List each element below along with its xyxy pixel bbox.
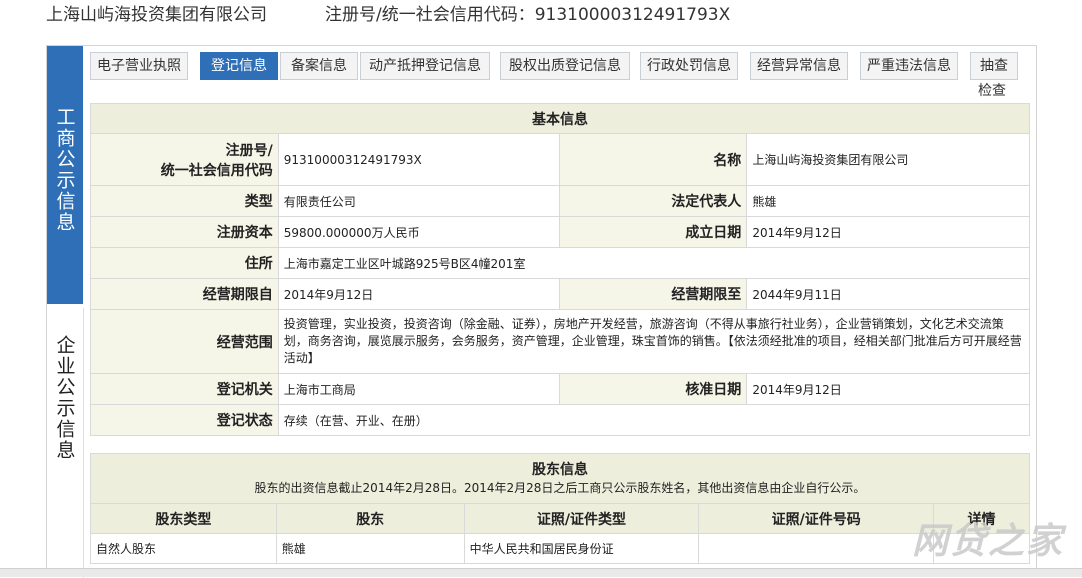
address-value: 上海市嘉定工业区叶城路925号B区4幢201室 <box>277 247 1031 279</box>
tab-registration[interactable]: 登记信息 <box>200 52 278 80</box>
scope-value: 投资管理，实业投资，投资咨询（除金融、证券），房地产开发经营，旅游咨询（不得从事… <box>277 309 1031 374</box>
tab-business-license[interactable]: 电子营业执照 <box>90 52 188 80</box>
basic-info-title: 基本信息 <box>90 103 1030 134</box>
basic-info-table: 基本信息 注册号/统一社会信用代码 91310000312491793X 名称 … <box>90 103 1031 436</box>
term-to-value: 2044年9月11日 <box>746 278 1030 310</box>
registration-number: 注册号/统一社会信用代码：91310000312491793X <box>325 5 731 25</box>
capital-label: 注册资本 <box>90 216 279 248</box>
tab-serious-violation[interactable]: 严重违法信息 <box>860 52 958 80</box>
founded-label: 成立日期 <box>558 216 748 248</box>
tab-operation-abnormal[interactable]: 经营异常信息 <box>750 52 848 80</box>
approved-label: 核准日期 <box>558 373 748 405</box>
name-value: 上海山屿海投资集团有限公司 <box>746 133 1030 186</box>
shareholder-title: 股东信息 <box>532 461 588 478</box>
shareholder-table: 股东信息 股东的出资信息截止2014年2月28日。2014年2月28日之后工商只… <box>90 453 1030 564</box>
authority-label: 登记机关 <box>90 373 279 405</box>
type-value: 有限责任公司 <box>277 185 560 217</box>
approved-value: 2014年9月12日 <box>746 373 1030 405</box>
status-value: 存续（在营、开业、在册） <box>277 404 1031 436</box>
reg-no-label: 注册号/统一社会信用代码 <box>90 133 279 186</box>
sidebar-tab-business-disclosure[interactable]: 工商公示信息 <box>47 46 83 304</box>
tab-equity-pledge[interactable]: 股权出质登记信息 <box>500 52 630 80</box>
id-type-cell: 中华人民共和国居民身份证 <box>463 533 700 564</box>
tab-filing[interactable]: 备案信息 <box>280 52 358 80</box>
term-from-value: 2014年9月12日 <box>277 278 560 310</box>
col-shareholder-type: 股东类型 <box>90 503 277 534</box>
term-from-label: 经营期限自 <box>90 278 279 310</box>
shareholder-section-header: 股东信息 股东的出资信息截止2014年2月28日。2014年2月28日之后工商只… <box>90 453 1030 504</box>
shareholder-note: 股东的出资信息截止2014年2月28日。2014年2月28日之后工商只公示股东姓… <box>254 480 866 495</box>
address-label: 住所 <box>90 247 279 279</box>
tab-spot-check[interactable]: 抽查 <box>970 52 1018 80</box>
tab-chattel-mortgage[interactable]: 动产抵押登记信息 <box>360 52 490 80</box>
shareholder-name-cell: 熊雄 <box>275 533 465 564</box>
id-number-cell <box>698 533 935 564</box>
page-header: 上海山屿海投资集团有限公司 注册号/统一社会信用代码：91310000312491… <box>46 0 731 25</box>
term-to-label: 经营期限至 <box>558 278 748 310</box>
col-id-number: 证照/证件号码 <box>698 503 935 534</box>
col-id-type: 证照/证件类型 <box>463 503 700 534</box>
company-name: 上海山屿海投资集团有限公司 <box>46 5 267 25</box>
type-label: 类型 <box>90 185 279 217</box>
tab-administrative-penalty[interactable]: 行政处罚信息 <box>640 52 738 80</box>
capital-value: 59800.000000万人民币 <box>277 216 560 248</box>
sidebar-bottom-label: 企业公示信息 <box>53 335 76 461</box>
sidebar-tab-enterprise-disclosure[interactable]: 企业公示信息 <box>47 308 84 578</box>
legal-rep-label: 法定代表人 <box>558 185 748 217</box>
shareholder-type-cell: 自然人股东 <box>90 533 277 564</box>
authority-value: 上海市工商局 <box>277 373 560 405</box>
scope-label: 经营范围 <box>90 309 279 374</box>
watermark-logo: 网贷之家 <box>911 521 1064 562</box>
tab-bar: 电子营业执照 登记信息 备案信息 动产抵押登记信息 股权出质登记信息 行政处罚信… <box>90 52 1030 80</box>
tab-spot-check-wrap[interactable]: 检查 <box>978 80 1006 100</box>
name-label: 名称 <box>558 133 748 186</box>
table-row: 自然人股东 熊雄 中华人民共和国居民身份证 <box>90 533 1030 564</box>
col-shareholder: 股东 <box>275 503 465 534</box>
status-label: 登记状态 <box>90 404 279 436</box>
founded-value: 2014年9月12日 <box>746 216 1030 248</box>
sidebar-top-label: 工商公示信息 <box>53 107 76 233</box>
reg-no-value: 91310000312491793X <box>277 133 560 186</box>
legal-rep-value: 熊雄 <box>746 185 1030 217</box>
